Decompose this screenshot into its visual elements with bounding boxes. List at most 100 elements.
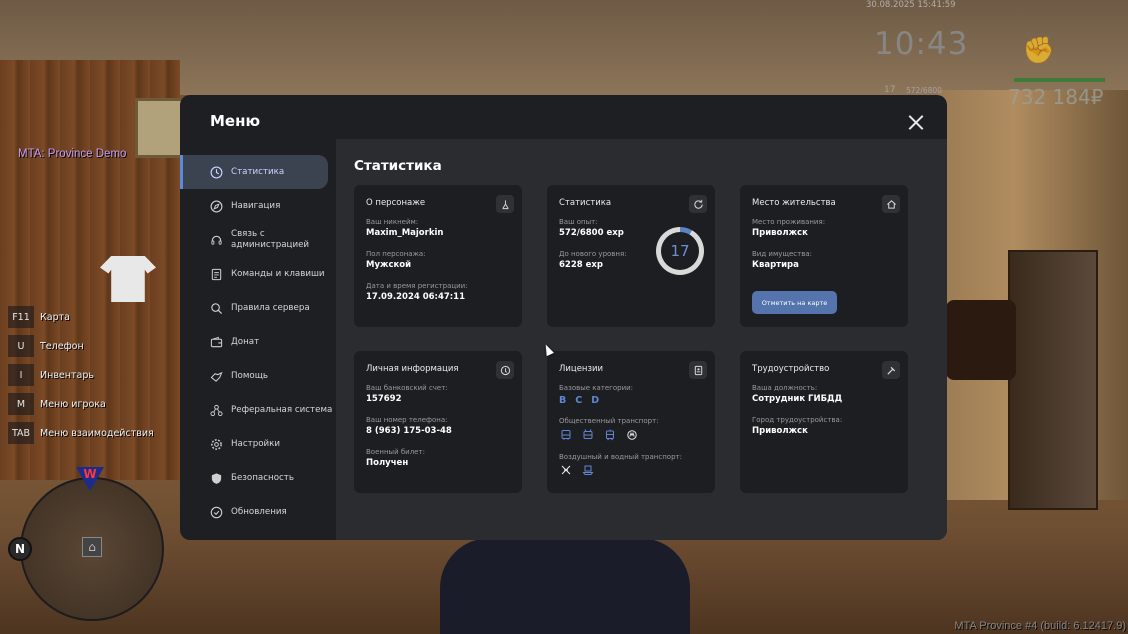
card-title: Статистика xyxy=(559,198,612,208)
license-icon xyxy=(689,361,707,379)
mark-on-map-button[interactable]: Отметить на карте xyxy=(752,291,837,314)
money: 732 184₽ xyxy=(1008,85,1104,109)
card-residence: Место жительства Место проживания: Приво… xyxy=(740,185,908,327)
health-bar xyxy=(1014,78,1105,82)
hotkey-map[interactable]: F11 Карта xyxy=(8,306,154,328)
air-water-transport-icons xyxy=(559,464,595,476)
exp-value: 572/6800 exp xyxy=(559,228,624,238)
bank-account-label: Ваш банковский счет: xyxy=(366,384,448,392)
registration-label: Дата и время регистрации: xyxy=(366,282,468,290)
residence-place-value: Приволжск xyxy=(752,228,808,238)
clock: 10:43 xyxy=(874,26,969,62)
sidebar-item-label: Статистика xyxy=(231,166,285,177)
hotkey-player-menu[interactable]: M Меню игрока xyxy=(8,393,154,415)
sidebar-item-label: Помощь xyxy=(231,370,269,381)
info-icon xyxy=(496,361,514,379)
sidebar-item-donate[interactable]: Донат xyxy=(180,325,336,359)
shield-icon xyxy=(208,470,224,486)
sidebar-item-label: Донат xyxy=(231,336,260,347)
compass-icon xyxy=(208,198,224,214)
position-label: Ваша должность: xyxy=(752,384,818,392)
hotkey-key: M xyxy=(8,393,34,415)
fist-icon: ✊ xyxy=(1022,36,1056,66)
military-id-value: Получен xyxy=(366,458,409,468)
sidebar-item-settings[interactable]: Настройки xyxy=(180,427,336,461)
gender-label: Пол персонажа: xyxy=(366,250,426,258)
next-level-value: 6228 exp xyxy=(559,260,603,270)
hotkey-key: TAB xyxy=(8,422,34,444)
level-value: 17 xyxy=(670,242,690,260)
air-water-transport-label: Воздушный и водный транспорт: xyxy=(559,453,682,461)
build-info: MTA Province #4 (build: 6.12417.9) xyxy=(954,620,1126,632)
player-character xyxy=(440,538,690,634)
sidebar: Статистика Навигация Связь с администрац… xyxy=(180,155,336,529)
position-value: Сотрудник ГИБДД xyxy=(752,394,843,404)
sidebar-item-label: Реферальная система xyxy=(231,404,333,415)
server-title: MTA: Province Demo xyxy=(18,148,127,160)
basic-categories-label: Базовые категории: xyxy=(559,384,634,392)
home-icon xyxy=(882,195,900,213)
help-icon xyxy=(208,368,224,384)
phone-value: 8 (963) 175-03-48 xyxy=(366,426,452,436)
sidebar-item-navigation[interactable]: Навигация xyxy=(180,189,336,223)
scene-chair xyxy=(946,300,1016,380)
bank-account-value: 157692 xyxy=(366,394,402,404)
sidebar-item-statistics[interactable]: Статистика xyxy=(180,155,328,189)
hotkey-phone[interactable]: U Телефон xyxy=(8,335,154,357)
player-level: 17 xyxy=(884,85,896,95)
license-category: D xyxy=(591,395,600,406)
sidebar-item-referral[interactable]: Реферальная система xyxy=(180,393,336,427)
nickname-label: Ваш никнейм: xyxy=(366,218,419,226)
sidebar-item-updates[interactable]: Обновления xyxy=(180,495,336,529)
public-transport-label: Общественный транспорт: xyxy=(559,417,659,425)
card-title: Лицензии xyxy=(559,364,604,374)
sidebar-item-help[interactable]: Помощь xyxy=(180,359,336,393)
boat-icon xyxy=(581,464,595,476)
residence-place-label: Место проживания: xyxy=(752,218,826,226)
public-transport-icons xyxy=(559,429,639,441)
registration-value: 17.09.2024 06:47:11 xyxy=(366,292,466,302)
rules-icon xyxy=(208,300,224,316)
card-statistics: Статистика Ваш опыт: 572/6800 exp До нов… xyxy=(547,185,715,327)
nickname-value: Maxim_Majorkin xyxy=(366,228,444,238)
headset-icon xyxy=(208,232,224,248)
employment-city-value: Приволжск xyxy=(752,426,808,436)
hotkey-label: Меню игрока xyxy=(40,398,106,410)
sidebar-item-label: Команды и клавиши xyxy=(231,268,325,279)
menu-title: Меню xyxy=(210,112,261,130)
card-title: Личная информация xyxy=(366,364,459,374)
hotkey-label: Карта xyxy=(40,311,70,323)
clock-icon xyxy=(208,164,224,180)
tram-icon xyxy=(603,429,617,441)
sidebar-item-label: Правила сервера xyxy=(231,302,310,313)
hotkey-label: Инвентарь xyxy=(40,369,94,381)
hammer-icon xyxy=(882,361,900,379)
card-licenses: Лицензии Базовые категории: B C D Общест… xyxy=(547,351,715,493)
hotkey-key: U xyxy=(8,335,34,357)
menu-header: Меню xyxy=(180,95,947,139)
trolleybus-icon xyxy=(581,429,595,441)
card-title: О персонаже xyxy=(366,198,426,208)
next-level-label: До нового уровня: xyxy=(559,250,627,258)
player-location-icon: ⌂ xyxy=(82,537,102,557)
north-indicator: N xyxy=(8,537,32,561)
gear-icon xyxy=(208,436,224,452)
card-title: Место жительства xyxy=(752,198,836,208)
sidebar-item-security[interactable]: Безопасность xyxy=(180,461,336,495)
property-value: Квартира xyxy=(752,260,799,270)
page-title: Статистика xyxy=(354,158,442,174)
sidebar-item-rules[interactable]: Правила сервера xyxy=(180,291,336,325)
player-exp: 572/6800 xyxy=(906,86,942,95)
content-panel: Статистика О персонаже Ваш никнейм: Maxi… xyxy=(336,139,947,540)
sidebar-item-commands[interactable]: Команды и клавиши xyxy=(180,257,336,291)
card-employment: Трудоустройство Ваша должность: Сотрудни… xyxy=(740,351,908,493)
sidebar-item-contact-admin[interactable]: Связь с администрацией xyxy=(180,223,336,257)
close-button[interactable] xyxy=(905,112,927,134)
hotkey-interaction-menu[interactable]: TAB Меню взаимодействия xyxy=(8,422,154,444)
sidebar-item-label: Навигация xyxy=(231,200,281,211)
property-label: Вид имущества: xyxy=(752,250,812,258)
military-id-label: Военный билет: xyxy=(366,448,425,456)
hotkey-label: Телефон xyxy=(40,340,84,352)
hotkey-inventory[interactable]: I Инвентарь xyxy=(8,364,154,386)
menu-window: Меню Статистика Навигация Связь с админи… xyxy=(180,95,947,540)
